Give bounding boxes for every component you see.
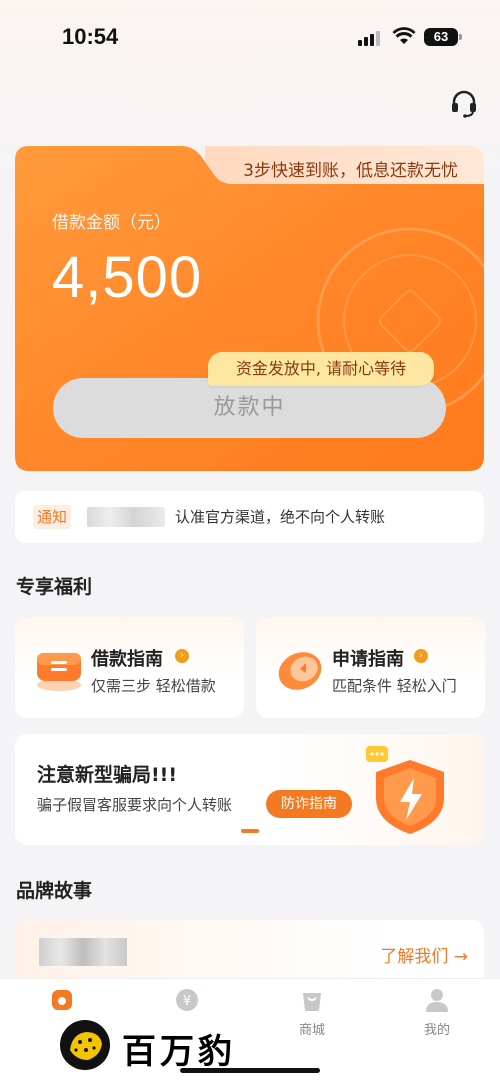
yen-icon: ¥ [176, 989, 198, 1011]
loan-guide-title: 借款指南 [91, 649, 163, 670]
disbursing-status-button[interactable]: 放款中 [53, 378, 446, 438]
fraud-warning-banner[interactable]: 注意新型骗局!!! 骗子假冒客服要求向个人转账 防诈指南 [15, 734, 484, 845]
cellular-signal-icon [358, 30, 384, 46]
apply-guide-subtitle: 匹配条件 轻松入门 [332, 677, 457, 695]
loan-guide-card[interactable]: 借款指南 › 仅需三步 轻松借款 [15, 617, 244, 718]
status-bar: 10:54 63 [0, 0, 500, 70]
ticket-icon [37, 653, 81, 691]
tab-shop-label: 商城 [298, 1023, 325, 1038]
benefits-section-title: 专享福利 [16, 576, 93, 598]
loan-guide-subtitle: 仅需三步 轻松借款 [91, 677, 216, 695]
fraud-title: 注意新型骗局!!! [37, 764, 177, 786]
shield-icon [366, 746, 444, 834]
about-us-link[interactable]: 了解我们 → [380, 942, 468, 967]
home-icon [52, 990, 72, 1010]
progress-tooltip: 资金发放中, 请耐心等待 [208, 352, 434, 386]
notice-text: 认准官方渠道，绝不向个人转账 [175, 508, 386, 526]
brand-section-title: 品牌故事 [16, 880, 93, 902]
battery-icon: 63 [424, 28, 458, 46]
loan-status-card: 3步快速到账，低息还款无忧 借款金额（元） 4,500 放款中 资金发放中, 请… [15, 146, 484, 471]
notice-tag: 通知 [33, 505, 72, 529]
tab-shop[interactable]: 商城 [272, 987, 352, 1038]
tab-home[interactable] [22, 987, 102, 1019]
carousel-indicator [241, 829, 259, 833]
leopard-logo-icon [60, 1020, 110, 1070]
notice-redacted-text [87, 507, 165, 527]
user-icon [426, 989, 448, 1012]
notice-bar[interactable]: 通知 认准官方渠道，绝不向个人转账 [15, 491, 484, 543]
shop-bag-icon [303, 993, 321, 1011]
chevron-right-icon: › [414, 649, 428, 663]
fraud-subtitle: 骗子假冒客服要求向个人转账 [37, 796, 233, 814]
tab-mine-label: 我的 [423, 1023, 450, 1038]
apply-guide-card[interactable]: 申请指南 › 匹配条件 轻松入门 [256, 617, 485, 718]
brand-redacted-text [39, 938, 127, 966]
tab-mine[interactable]: 我的 [397, 987, 477, 1038]
status-time: 10:54 [62, 24, 119, 49]
watermark-logo: 百万豹 [60, 1020, 260, 1072]
tab-loan[interactable]: ¥ [147, 987, 227, 1019]
amount-label: 借款金额（元） [52, 213, 171, 233]
loan-amount: 4,500 [52, 245, 203, 310]
card-tagline: 3步快速到账，低息还款无忧 [243, 161, 458, 181]
chevron-right-icon: › [175, 649, 189, 663]
svg-text:¥: ¥ [183, 994, 191, 1009]
apply-guide-title: 申请指南 [332, 649, 404, 670]
customer-service-icon[interactable] [448, 88, 480, 120]
home-indicator [180, 1068, 320, 1073]
anti-fraud-guide-button[interactable]: 防诈指南 [266, 790, 352, 818]
watermark-text: 百万豹 [122, 1032, 236, 1072]
wifi-icon [392, 27, 416, 44]
coin-icon [278, 652, 322, 690]
